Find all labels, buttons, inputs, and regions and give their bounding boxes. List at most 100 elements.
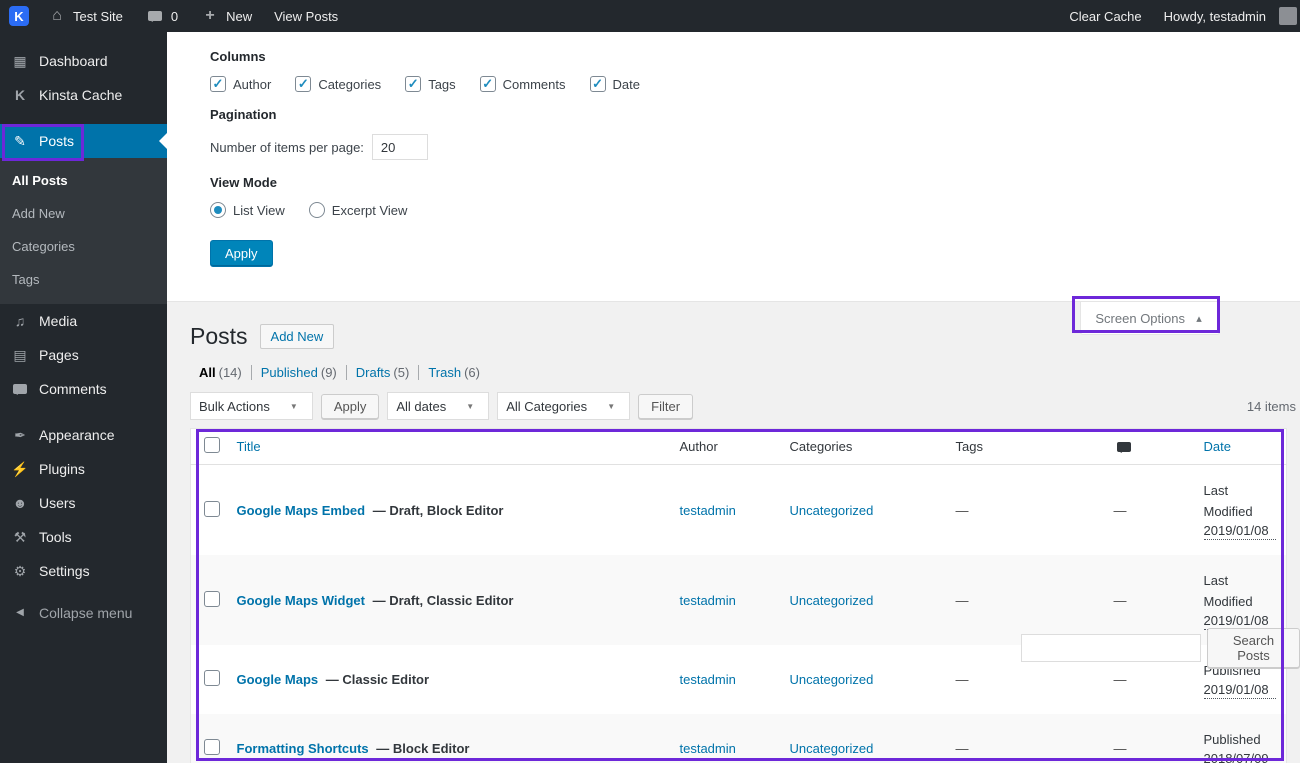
comments-value: — <box>1113 592 1127 608</box>
filter-button[interactable]: Filter <box>638 393 694 419</box>
sort-by-date[interactable]: Date <box>1204 439 1231 454</box>
per-page-input[interactable] <box>371 134 428 160</box>
comments-value: — <box>1113 502 1127 518</box>
checkbox-icon[interactable] <box>405 76 422 92</box>
media-icon <box>10 312 30 330</box>
new-content-menu[interactable]: New <box>189 0 263 32</box>
sidebar-separator <box>0 112 167 124</box>
checkbox-icon[interactable] <box>295 76 312 92</box>
caret-down-icon <box>460 397 480 415</box>
sidebar-item[interactable]: Dashboard <box>0 44 167 78</box>
column-toggle[interactable]: Date <box>589 76 640 92</box>
sidebar-item[interactable]: Settings <box>0 554 167 588</box>
column-toggle[interactable]: Comments <box>479 76 566 92</box>
submenu-item[interactable]: Categories <box>0 230 167 263</box>
checkbox-icon[interactable] <box>479 76 496 92</box>
submenu-item[interactable]: Tags <box>0 263 167 296</box>
categories-header: Categories <box>779 428 946 465</box>
tags-value: — <box>955 502 969 518</box>
date-status: Published <box>1203 732 1261 747</box>
view-mode-heading: View Mode <box>210 175 277 190</box>
comments-menu[interactable]: 0 <box>134 0 189 32</box>
row-checkbox[interactable] <box>204 739 220 755</box>
plus-icon <box>200 7 220 25</box>
sidebar-item[interactable]: Tools <box>0 520 167 554</box>
bulk-apply-button[interactable]: Apply <box>320 393 380 419</box>
category-link[interactable]: Uncategorized <box>790 503 874 518</box>
date-status: Last Modified <box>1203 573 1253 609</box>
kinsta-logo-icon[interactable] <box>9 6 29 26</box>
admin-sidebar: Dashboard Kinsta Cache Posts All Posts A… <box>0 32 167 763</box>
status-filter-link[interactable]: Drafts (5) <box>347 365 420 380</box>
status-filter-link[interactable]: Trash (6) <box>419 365 489 380</box>
category-link[interactable]: Uncategorized <box>790 741 874 756</box>
view-mode-option[interactable]: List View <box>210 202 285 218</box>
view-mode-option[interactable]: Excerpt View <box>308 202 407 218</box>
column-toggle[interactable]: Tags <box>405 76 456 92</box>
tags-value: — <box>955 592 969 608</box>
sidebar-item[interactable]: Kinsta Cache <box>0 78 167 112</box>
date-value: 2018/07/09 <box>1204 750 1277 763</box>
radio-icon[interactable] <box>308 202 325 218</box>
sidebar-item-posts[interactable]: Posts <box>0 124 167 158</box>
pagination-heading: Pagination <box>210 107 277 122</box>
posts-table: Title Author Categories Tags Date Google… <box>190 428 1287 763</box>
tags-header: Tags <box>945 428 1104 465</box>
comments-icon <box>10 380 30 398</box>
column-toggle[interactable]: Author <box>210 76 271 92</box>
post-title-link[interactable]: Google Maps <box>237 672 319 687</box>
checkbox-icon[interactable] <box>589 76 606 92</box>
post-state: — Draft, Block Editor <box>372 502 504 518</box>
post-state: — Classic Editor <box>325 672 430 687</box>
add-new-button[interactable]: Add New <box>259 324 335 349</box>
sidebar-item[interactable]: Plugins <box>0 452 167 486</box>
bulk-actions-select[interactable]: Bulk Actions <box>190 392 313 420</box>
author-link[interactable]: testadmin <box>680 503 736 518</box>
categories-filter-select[interactable]: All Categories <box>497 392 631 420</box>
apply-screen-options-button[interactable]: Apply <box>210 240 273 267</box>
sidebar-item[interactable]: Comments <box>0 372 167 406</box>
admin-bar: Test Site 0 New View Posts Clear Cache H… <box>0 0 1300 32</box>
collapse-icon <box>10 604 30 622</box>
author-link[interactable]: testadmin <box>680 672 736 687</box>
post-title-link[interactable]: Google Maps Widget <box>237 593 365 608</box>
table-nav: Bulk Actions Apply All dates All Categor… <box>190 392 1296 420</box>
radio-icon[interactable] <box>210 202 226 218</box>
status-filter-link[interactable]: All (14) <box>190 365 252 380</box>
author-link[interactable]: testadmin <box>680 741 736 756</box>
category-link[interactable]: Uncategorized <box>790 593 874 608</box>
submenu-item[interactable]: Add New <box>0 197 167 230</box>
sidebar-item[interactable]: Appearance <box>0 418 167 452</box>
search-box: Search Posts <box>1021 628 1300 668</box>
sidebar-item[interactable]: Media <box>0 304 167 338</box>
site-name-menu[interactable]: Test Site <box>36 0 134 32</box>
category-link[interactable]: Uncategorized <box>790 672 874 687</box>
new-label: New <box>226 8 253 24</box>
post-title-link[interactable]: Formatting Shortcuts <box>237 741 369 756</box>
search-posts-button[interactable]: Search Posts <box>1207 628 1300 668</box>
row-checkbox[interactable] <box>204 500 220 517</box>
checkbox-icon[interactable] <box>210 76 226 92</box>
column-toggle[interactable]: Categories <box>295 76 381 92</box>
search-input[interactable] <box>1021 634 1201 662</box>
sort-by-title[interactable]: Title <box>237 439 261 454</box>
posts-submenu: All Posts Add New Categories Tags <box>0 158 167 304</box>
clear-cache-menu[interactable]: Clear Cache <box>1058 0 1152 32</box>
kinsta-k-icon <box>10 86 30 104</box>
comment-count: 0 <box>170 8 179 24</box>
dates-filter-select[interactable]: All dates <box>387 392 490 420</box>
collapse-menu-button[interactable]: Collapse menu <box>0 596 167 630</box>
submenu-item[interactable]: All Posts <box>0 164 167 197</box>
site-name-label: Test Site <box>73 8 123 24</box>
post-state: — Block Editor <box>376 741 470 756</box>
view-posts-menu[interactable]: View Posts <box>263 0 349 32</box>
row-checkbox[interactable] <box>204 590 220 607</box>
status-filter-link[interactable]: Published (9) <box>252 365 347 380</box>
sidebar-item[interactable]: Users <box>0 486 167 520</box>
post-title-link[interactable]: Google Maps Embed <box>237 503 366 518</box>
author-link[interactable]: testadmin <box>680 593 736 608</box>
sidebar-item[interactable]: Pages <box>0 338 167 372</box>
howdy-menu[interactable]: Howdy, testadmin <box>1153 0 1300 32</box>
select-all-checkbox[interactable] <box>204 437 220 453</box>
row-checkbox[interactable] <box>204 670 220 686</box>
